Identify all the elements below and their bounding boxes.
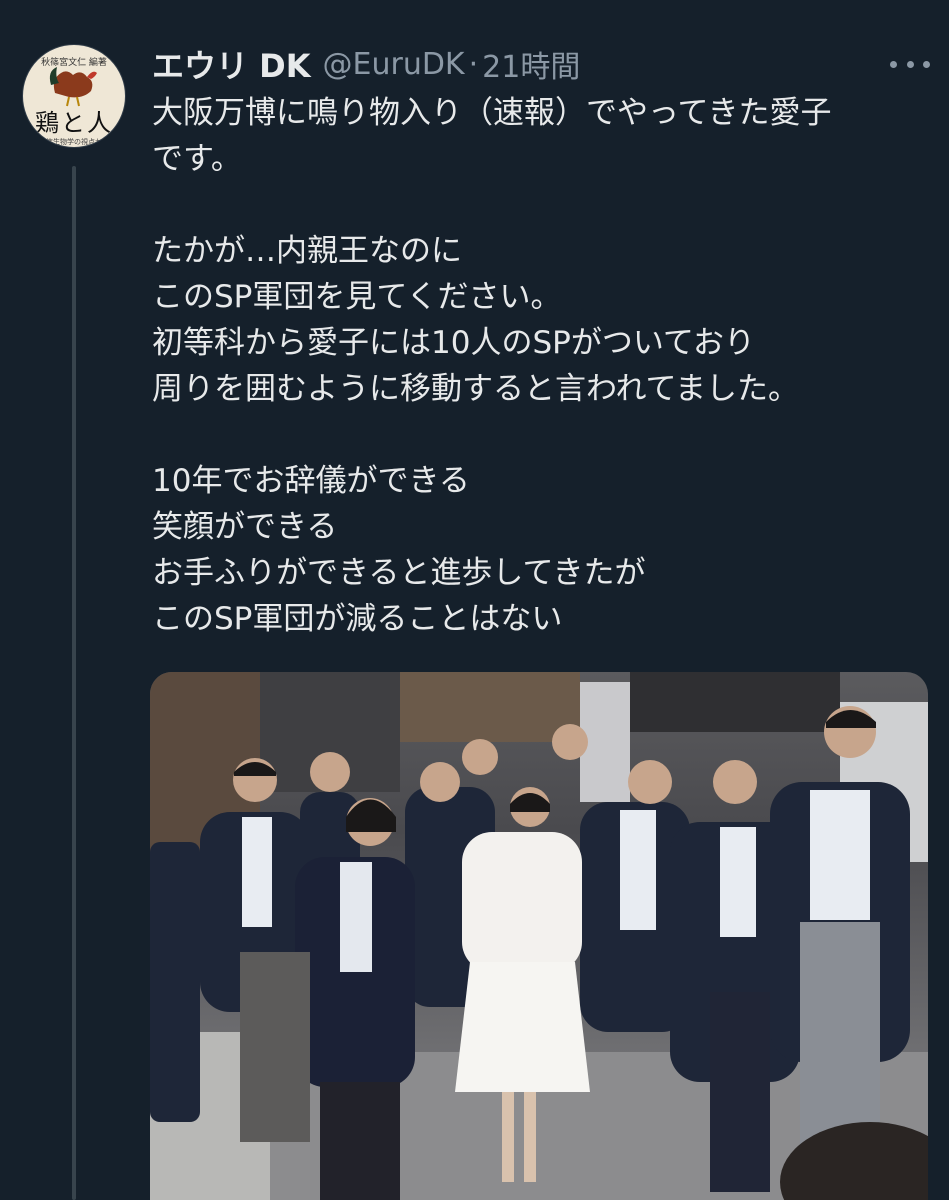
tweet-photo[interactable]	[150, 672, 928, 1200]
user-handle[interactable]: @EuruDK	[323, 47, 465, 82]
tweet-header: エウリ DK @EuruDK · 21時間	[152, 42, 580, 86]
tweet-line: 10年でお辞儀ができる	[152, 463, 470, 499]
tweet-line: 大阪万博に鳴り物入り（速報）でやってきた愛子	[152, 95, 832, 131]
tweet-line: 周りを囲むように移動すると言われてました。	[152, 371, 799, 407]
tweet-line: お手ふりができると進歩してきたが	[152, 555, 646, 591]
display-name[interactable]: エウリ DK	[152, 41, 311, 87]
tweet-line: このSP軍団が減ることはない	[152, 601, 563, 637]
tweet-line: 笑顔ができる	[152, 509, 338, 545]
thread-line	[72, 166, 76, 1200]
avatar-book-title: 鶏と人	[35, 109, 113, 137]
avatar-book-subtitle: 民族生物学の視点から	[39, 138, 109, 146]
tweet-line: このSP軍団を見てください。	[152, 279, 562, 315]
photo-scene	[150, 672, 928, 1200]
tweet-text: 大阪万博に鳴り物入り（速報）でやってきた愛子 です。 たかが…内親王なのに この…	[152, 90, 922, 642]
avatar[interactable]: 秋篠宮文仁 編著 鶏と人 民族生物学の視点から	[22, 44, 126, 148]
tweet-line: です。	[152, 141, 242, 177]
more-horizontal-icon[interactable]	[890, 54, 930, 74]
tweet-line: たかが…内親王なのに	[152, 233, 462, 269]
tweet[interactable]: 秋篠宮文仁 編著 鶏と人 民族生物学の視点から エウリ DK @EuruDK ·…	[0, 0, 949, 1200]
tweet-line: 初等科から愛子には10人のSPがついており	[152, 325, 755, 361]
timestamp[interactable]: 21時間	[482, 42, 580, 86]
separator-dot: ·	[468, 46, 479, 82]
rooster-icon	[49, 67, 97, 107]
